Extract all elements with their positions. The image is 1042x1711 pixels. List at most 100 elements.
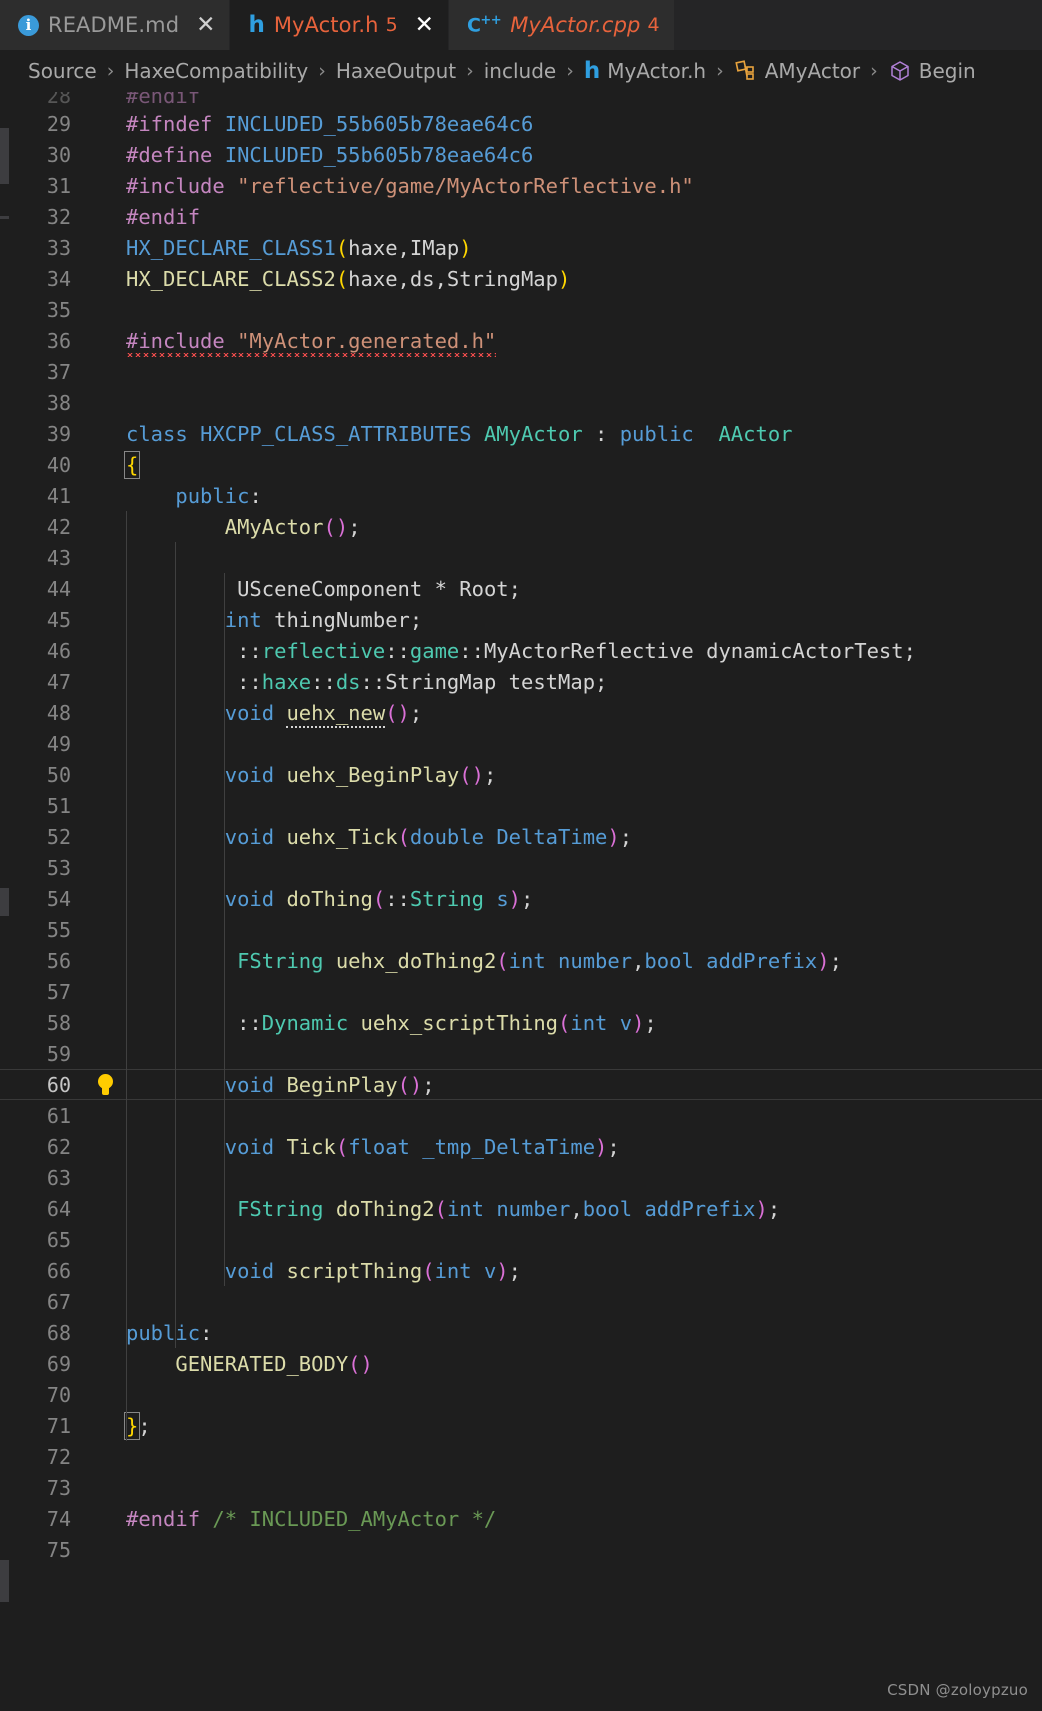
code-token: (	[434, 1196, 447, 1221]
code-text: #ifndef INCLUDED_55b605b78eae64c6	[126, 112, 1042, 136]
code-line[interactable]: 52 void uehx_Tick(double DeltaTime);	[0, 821, 1042, 852]
code-line[interactable]: 60 void BeginPlay();	[0, 1069, 1042, 1100]
code-line[interactable]: 38	[0, 387, 1042, 418]
breadcrumb-item-haxeoutput[interactable]: HaxeOutput	[336, 59, 456, 83]
code-line[interactable]: 47 ::haxe::ds::StringMap testMap;	[0, 666, 1042, 697]
breadcrumb-label: Begin	[918, 59, 976, 83]
code-line[interactable]: 33 HX_DECLARE_CLASS1(haxe,IMap)	[0, 232, 1042, 263]
code-line[interactable]: 62 void Tick(float _tmp_DeltaTime);	[0, 1131, 1042, 1162]
code-line[interactable]: 71};	[0, 1410, 1042, 1441]
code-line[interactable]: 65	[0, 1224, 1042, 1255]
code-line[interactable]: 36 #include "MyActor.generated.h"	[0, 325, 1042, 356]
code-line[interactable]: 40 {	[0, 449, 1042, 480]
code-line[interactable]: 66 void scriptThing(int v);	[0, 1255, 1042, 1286]
code-line[interactable]: 75	[0, 1534, 1042, 1565]
code-text: #endif	[126, 205, 1042, 229]
editor-tab-myactor-cpp[interactable]: C++ MyActor.cpp 4	[448, 0, 675, 50]
code-line[interactable]: 31 #include "reflective/game/MyActorRefle…	[0, 170, 1042, 201]
code-line[interactable]: 39 class HXCPP_CLASS_ATTRIBUTES AMyActor …	[0, 418, 1042, 449]
code-line[interactable]: 32 #endif	[0, 201, 1042, 232]
code-line[interactable]: 34 HX_DECLARE_CLASS2(haxe,ds,StringMap)	[0, 263, 1042, 294]
code-line[interactable]: 35	[0, 294, 1042, 325]
code-line[interactable]: 61	[0, 1100, 1042, 1131]
code-token: #ifndef	[126, 111, 225, 136]
code-line[interactable]: 28 #endif	[0, 92, 1042, 108]
code-line[interactable]: 73	[0, 1472, 1042, 1503]
code-token: haxe,IMap	[348, 235, 460, 260]
breadcrumb-item-begin[interactable]: Begin	[888, 59, 976, 83]
editor-tab-readme-md[interactable]: i README.md ✕	[0, 0, 231, 50]
code-line[interactable]: 59	[0, 1038, 1042, 1069]
code-line[interactable]: 50 void uehx_BeginPlay();	[0, 759, 1042, 790]
code-line[interactable]: 56 FString uehx_doThing2(int number,bool…	[0, 945, 1042, 976]
code-line[interactable]: 55	[0, 914, 1042, 945]
code-token: ;	[644, 1010, 657, 1035]
code-line[interactable]: 74 #endif /* INCLUDED_AMyActor */	[0, 1503, 1042, 1534]
breadcrumb-item-source[interactable]: Source	[28, 59, 97, 83]
breadcrumb-item-amyactor[interactable]: AMyActor	[734, 59, 860, 83]
line-number: 58	[46, 1010, 71, 1035]
code-line[interactable]: 30 #define INCLUDED_55b605b78eae64c6	[0, 139, 1042, 170]
code-line[interactable]: 53	[0, 852, 1042, 883]
code-line[interactable]: 68 public:	[0, 1317, 1042, 1348]
editor-tab-myactor-h[interactable]: h MyActor.h 5 ✕	[230, 0, 449, 50]
code-token: AMyActor	[224, 514, 324, 539]
code-token: GENERATED_BODY	[175, 1351, 349, 1376]
editor-gutter[interactable]	[84, 1073, 126, 1096]
code-line[interactable]: 49	[0, 728, 1042, 759]
line-number: 71	[46, 1413, 71, 1438]
code-line[interactable]: 72	[0, 1441, 1042, 1472]
line-number: 31	[46, 173, 71, 198]
lightbulb-icon[interactable]	[97, 1073, 114, 1096]
code-line[interactable]: 42 AMyActor();	[0, 511, 1042, 542]
code-line[interactable]: 43	[0, 542, 1042, 573]
code-line[interactable]: 69 GENERATED_BODY()	[0, 1348, 1042, 1379]
code-text: FString doThing2(int number,bool addPref…	[126, 1197, 1042, 1221]
code-token: ::	[385, 886, 410, 911]
code-line[interactable]: 37	[0, 356, 1042, 387]
code-line[interactable]: 29 #ifndef INCLUDED_55b605b78eae64c6	[0, 108, 1042, 139]
code-line[interactable]: 41 public:	[0, 480, 1042, 511]
code-line[interactable]: 70	[0, 1379, 1042, 1410]
code-line[interactable]: 57	[0, 976, 1042, 1007]
code-token: ;	[829, 948, 842, 973]
code-token: :	[249, 483, 262, 508]
code-token: HXCPP_CLASS_ATTRIBUTES	[200, 421, 484, 446]
code-text: {	[123, 450, 1042, 479]
code-token: ;	[348, 514, 361, 539]
code-line[interactable]: 45 int thingNumber;	[0, 604, 1042, 635]
code-line[interactable]: 64 FString doThing2(int number,bool addP…	[0, 1193, 1042, 1224]
code-token: AMyActor	[483, 421, 583, 446]
tab-close-icon[interactable]: ✕	[196, 13, 215, 37]
code-line[interactable]: 44 USceneComponent * Root;	[0, 573, 1042, 604]
breadcrumb-item-myactor-h[interactable]: h MyActor.h	[584, 58, 706, 84]
code-line[interactable]: 63	[0, 1162, 1042, 1193]
tab-close-icon[interactable]: ✕	[415, 13, 434, 37]
breadcrumb-label: HaxeOutput	[335, 59, 457, 83]
code-editor[interactable]: 28 #endif 29 #ifndef INCLUDED_55b605b78eae6…	[0, 92, 1042, 1711]
breadcrumb-item-include[interactable]: include	[484, 59, 556, 83]
code-token: HX_DECLARE_CLASS1	[126, 235, 336, 260]
line-number: 40	[46, 452, 71, 477]
code-token: void	[224, 762, 275, 787]
code-line[interactable]: 67	[0, 1286, 1042, 1317]
line-number: 46	[46, 638, 71, 663]
code-line[interactable]: 48 void uehx_new();	[0, 697, 1042, 728]
code-line[interactable]: 51	[0, 790, 1042, 821]
code-token: game	[409, 638, 460, 663]
code-token: (	[335, 266, 349, 291]
breadcrumb-item-haxecompatibility[interactable]: HaxeCompatibility	[124, 59, 308, 83]
code-lines[interactable]: 28 #endif 29 #ifndef INCLUDED_55b605b78eae6…	[0, 92, 1042, 1565]
code-line[interactable]: 54 void doThing(::String s);	[0, 883, 1042, 914]
code-line[interactable]: 46 ::reflective::game::MyActorReflective…	[0, 635, 1042, 666]
code-token: reflective	[261, 638, 386, 663]
code-line[interactable]: 58 ::Dynamic uehx_scriptThing(int v);	[0, 1007, 1042, 1038]
